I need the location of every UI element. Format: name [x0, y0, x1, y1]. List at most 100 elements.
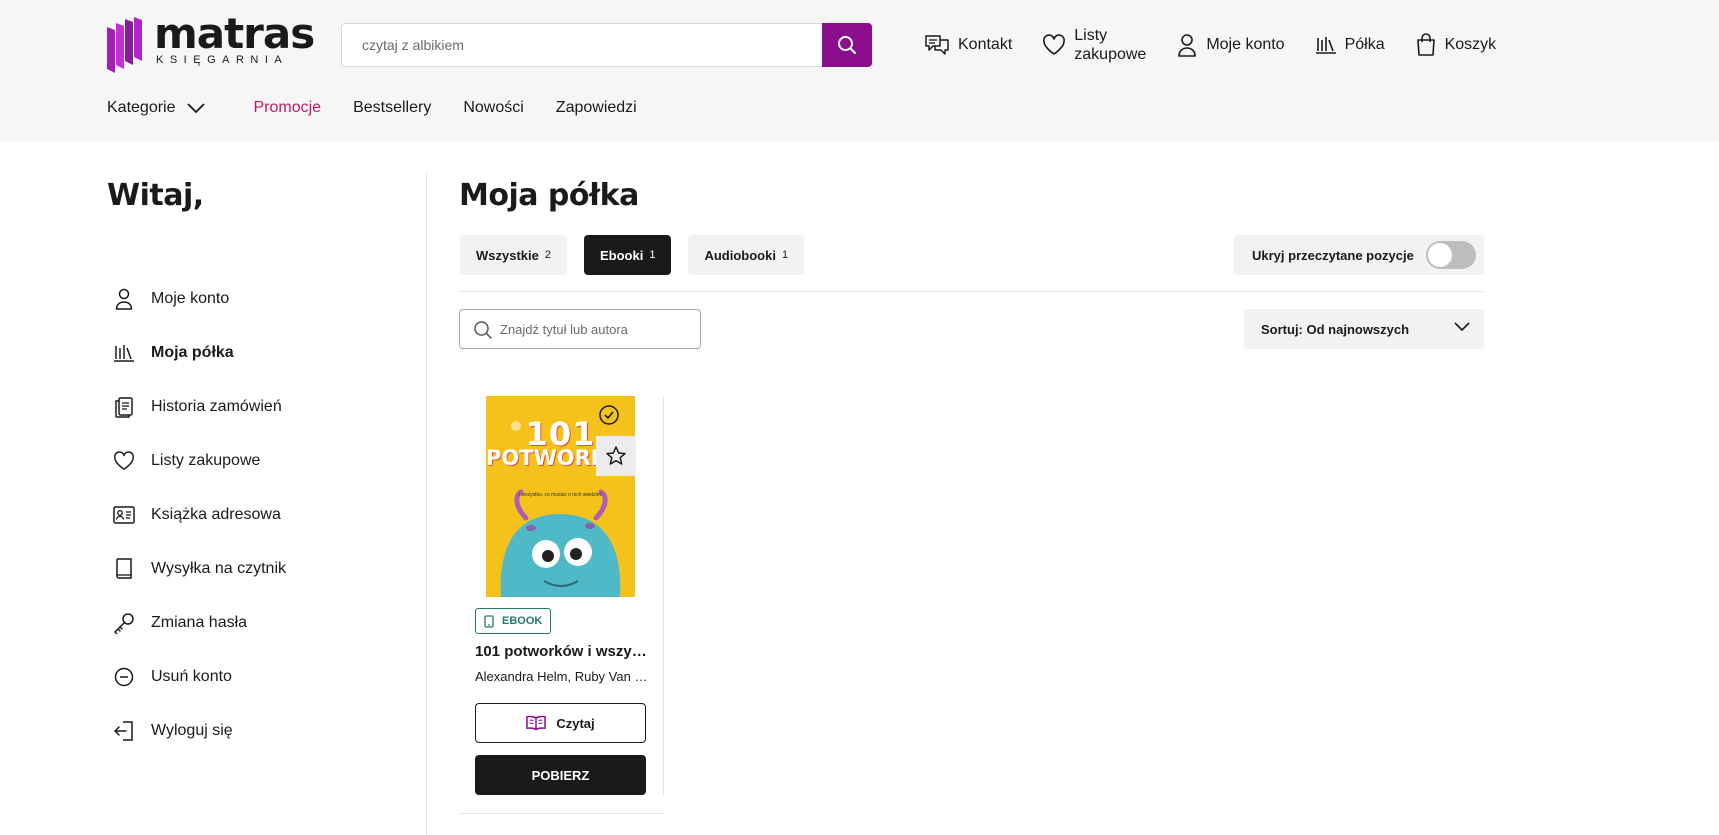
- read-button[interactable]: Czytaj: [475, 703, 646, 743]
- ebook-badge: EBOOK: [475, 608, 552, 634]
- nav-promotions[interactable]: Promocje: [254, 99, 322, 117]
- tab-ebooks[interactable]: Ebooki 1: [584, 235, 672, 275]
- shopping-lists-link[interactable]: Listy zakupowe: [1042, 26, 1146, 64]
- sidebar-item-change-password[interactable]: Zmiana hasła: [112, 596, 286, 650]
- minus-circle-icon: [112, 665, 136, 689]
- sidebar-item-label: Listy zakupowe: [151, 452, 261, 469]
- account-label: Moje konto: [1206, 36, 1285, 53]
- tab-audiobooks[interactable]: Audiobooki 1: [688, 235, 805, 275]
- chat-icon: [925, 35, 949, 55]
- heart-icon: [112, 449, 136, 473]
- welcome-heading: Witaj,: [107, 178, 204, 213]
- tab-all[interactable]: Wszystkie 2: [460, 235, 567, 275]
- account-menu: Moje konto Moja półka Historia zamówień …: [112, 272, 286, 758]
- main-nav: Kategorie Promocje Bestsellery Nowości Z…: [107, 98, 669, 118]
- sidebar-item-label: Moje konto: [151, 290, 230, 307]
- sidebar-item-label: Wyloguj się: [151, 722, 233, 739]
- chevron-down-icon: [1454, 322, 1470, 332]
- logo-mark-icon: [107, 17, 142, 73]
- search-bar: [341, 23, 872, 67]
- header-actions: Kontakt Listy zakupowe Moje konto Półka K…: [924, 22, 1496, 68]
- search-button[interactable]: [822, 23, 872, 67]
- sidebar-item-account[interactable]: Moje konto: [112, 272, 286, 326]
- toggle-knob: [1428, 243, 1452, 267]
- shelf-label: Półka: [1344, 36, 1385, 53]
- shelf-search-input[interactable]: [500, 310, 695, 348]
- shopping-lists-label-line1: Listy: [1074, 27, 1108, 44]
- sidebar-item-logout[interactable]: Wyloguj się: [112, 704, 286, 758]
- user-icon: [112, 287, 136, 311]
- sidebar-item-orders[interactable]: Historia zamówień: [112, 380, 286, 434]
- reader-icon: [112, 557, 136, 581]
- search-input[interactable]: [342, 24, 822, 66]
- star-icon: [606, 446, 626, 465]
- shelf-icon: [112, 341, 136, 365]
- nav-categories[interactable]: Kategorie: [107, 99, 206, 117]
- logo[interactable]: matras KSIĘGARNIA: [107, 13, 315, 73]
- page-title: Moja półka: [459, 178, 639, 213]
- shelf-link[interactable]: Półka: [1315, 35, 1385, 55]
- sidebar-item-send-to-reader[interactable]: Wysyłka na czytnik: [112, 542, 286, 596]
- hide-read-label: Ukryj przeczytane pozycje: [1252, 247, 1414, 263]
- mark-read-button[interactable]: [596, 402, 622, 428]
- sort-label: Sortuj: Od najnowszych: [1261, 321, 1410, 337]
- check-circle-icon: [599, 405, 619, 425]
- sidebar-item-label: Zmiana hasła: [151, 614, 248, 631]
- cart-link[interactable]: Koszyk: [1415, 33, 1497, 57]
- shelf-icon: [1315, 37, 1336, 54]
- badge-label: EBOOK: [502, 615, 543, 627]
- hide-read-toggle[interactable]: [1426, 241, 1476, 269]
- shelf-tabs: Wszystkie 2 Ebooki 1 Audiobooki 1: [460, 235, 821, 275]
- nav-bestsellers[interactable]: Bestsellery: [353, 99, 431, 117]
- orders-icon: [112, 395, 136, 419]
- sidebar-item-lists[interactable]: Listy zakupowe: [112, 434, 286, 488]
- product-title[interactable]: 101 potworków i wszystko, co musisz o ni…: [475, 643, 650, 660]
- tab-count: 1: [781, 249, 789, 261]
- card-divider: [663, 396, 664, 796]
- logout-icon: [112, 719, 136, 743]
- sidebar-item-label: Historia zamówień: [151, 398, 282, 415]
- address-card-icon: [112, 503, 136, 527]
- nav-categories-label: Kategorie: [107, 99, 176, 116]
- shopping-lists-label-line2: zakupowe: [1074, 46, 1147, 63]
- site-header: matras KSIĘGARNIA Kontakt Listy zakupowe …: [0, 0, 1719, 142]
- favorite-button[interactable]: [596, 436, 636, 476]
- nav-upcoming[interactable]: Zapowiedzi: [556, 99, 637, 117]
- search-icon: [838, 36, 856, 54]
- user-icon: [1178, 34, 1197, 57]
- tablet-icon: [484, 614, 494, 628]
- divider: [459, 291, 1484, 292]
- product-card: 101 POTWORKÓW i wszystko, co musisz o ni…: [459, 396, 664, 814]
- open-book-icon: [526, 715, 547, 731]
- sidebar-item-label: Książka adresowa: [151, 506, 281, 523]
- tab-label: Wszystkie: [476, 247, 539, 263]
- tab-label: Audiobooki: [704, 247, 776, 263]
- shopping-bag-icon: [1416, 33, 1435, 56]
- logo-subtitle: KSIĘGARNIA: [156, 54, 289, 66]
- nav-news[interactable]: Nowości: [463, 99, 523, 117]
- sort-dropdown[interactable]: Sortuj: Od najnowszych: [1244, 309, 1484, 349]
- sidebar-item-label: Moja półka: [151, 344, 234, 361]
- key-icon: [112, 611, 136, 635]
- read-button-label: Czytaj: [556, 715, 595, 731]
- tab-count: 2: [544, 249, 551, 261]
- sidebar-item-shelf[interactable]: Moja półka: [112, 326, 286, 380]
- cart-label: Koszyk: [1444, 36, 1497, 53]
- hide-read-filter: Ukryj przeczytane pozycje: [1234, 235, 1484, 275]
- sidebar-item-delete-account[interactable]: Usuń konto: [112, 650, 286, 704]
- contact-link[interactable]: Kontakt: [924, 33, 1012, 57]
- sidebar-divider: [426, 173, 427, 835]
- account-link[interactable]: Moje konto: [1176, 33, 1285, 57]
- product-author: Alexandra Helm, Ruby Van der Bogen: [475, 669, 650, 684]
- shelf-search: [459, 309, 701, 349]
- tab-count: 1: [649, 249, 656, 261]
- download-button[interactable]: POBIERZ: [475, 755, 646, 795]
- chevron-down-icon: [186, 103, 205, 114]
- sidebar-item-label: Usuń konto: [151, 668, 232, 685]
- card-divider: [459, 813, 664, 814]
- logo-text: matras: [154, 9, 315, 58]
- sidebar-item-address-book[interactable]: Książka adresowa: [112, 488, 286, 542]
- heart-icon: [1043, 34, 1066, 55]
- tab-label: Ebooki: [600, 247, 644, 263]
- search-icon: [474, 321, 492, 339]
